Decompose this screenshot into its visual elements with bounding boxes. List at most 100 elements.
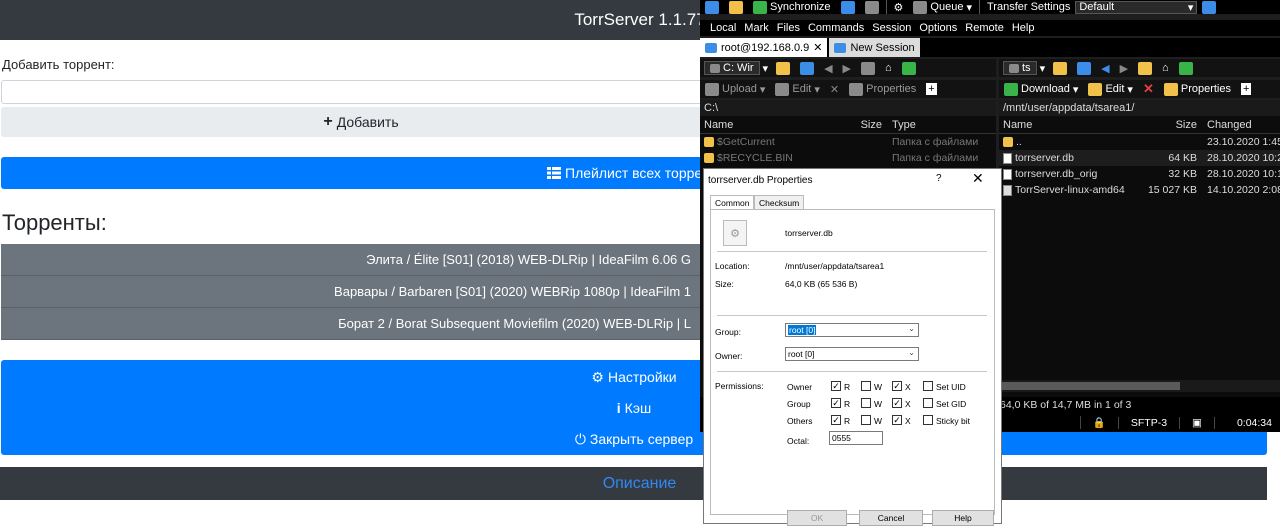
chevron-down-icon[interactable]: ▾ — [763, 62, 769, 75]
torrent-item[interactable]: Элита / Élite [S01] (2018) WEB-DLRip | I… — [1, 244, 701, 276]
add-torrent-button[interactable]: + Добавить — [1, 107, 721, 137]
owner-exec-checkbox[interactable]: ✓ — [892, 381, 902, 391]
torrent-item[interactable]: Варвары / Barbaren [S01] (2020) WEBRip 1… — [1, 276, 701, 308]
sticky-bit-checkbox[interactable] — [923, 415, 933, 425]
download-button[interactable]: Download ▾ — [999, 80, 1083, 98]
menu-mark[interactable]: Mark — [740, 20, 772, 36]
list-item[interactable]: $GetCurrent Папка с файлами — [700, 134, 996, 150]
horizontal-scrollbar[interactable] — [999, 380, 1280, 392]
menu-session[interactable]: Session — [868, 20, 915, 36]
chevron-down-icon[interactable]: ▾ — [1040, 62, 1046, 75]
home-button[interactable]: ⌂ — [1157, 59, 1174, 77]
top-toolbar: Synchronize ⚙ Queue ▾ Transfer Settings … — [700, 0, 1280, 14]
settings-label: Настройки — [607, 369, 677, 385]
owner-read-checkbox[interactable]: ✓ — [831, 381, 841, 391]
tab-session-label: root@192.168.0.9 — [721, 41, 810, 54]
tab-common[interactable]: Common — [710, 195, 755, 210]
list-item[interactable]: $RECYCLE.BIN Папка с файлами — [700, 150, 996, 166]
setuid-checkbox[interactable] — [923, 381, 933, 391]
list-item[interactable]: torrserver.db 64 KB 28.10.2020 10:27 — [999, 150, 1280, 166]
others-read-checkbox[interactable]: ✓ — [831, 415, 841, 425]
col-name[interactable]: Name — [999, 119, 1145, 131]
forward-button[interactable]: ▶ — [1115, 59, 1133, 77]
left-edit-button[interactable]: Edit ▾ — [770, 80, 825, 98]
upload-button[interactable]: Upload ▾ — [700, 80, 770, 98]
file-icon — [1003, 152, 1012, 164]
back-button[interactable]: ◀ — [1096, 59, 1114, 77]
mirror-button[interactable] — [836, 0, 860, 14]
read-letter: R — [844, 416, 851, 426]
menu-files[interactable]: Files — [773, 20, 804, 36]
compare-button[interactable] — [700, 0, 724, 14]
list-item[interactable]: TorrServer-linux-amd64 15 027 KB 14.10.2… — [999, 182, 1280, 198]
others-write-checkbox[interactable] — [861, 415, 871, 425]
menu-remote[interactable]: Remote — [961, 20, 1008, 36]
add-torrent-input[interactable] — [1, 80, 721, 104]
list-item[interactable]: .. 23.10.2020 1:45: — [999, 134, 1280, 150]
col-changed[interactable]: Changed — [1201, 119, 1280, 131]
file-name: $GetCurrent — [717, 136, 775, 148]
tab-session-root[interactable]: root@192.168.0.9 ✕ — [700, 38, 828, 57]
setgid-checkbox[interactable] — [923, 398, 933, 408]
owner-select[interactable]: root [0] ⌄ — [785, 347, 919, 361]
description-link[interactable]: Описание — [591, 475, 677, 493]
others-exec-checkbox[interactable]: ✓ — [892, 415, 902, 425]
menu-help[interactable]: Help — [1008, 20, 1039, 36]
queue-icon — [913, 0, 928, 14]
dialog-close-button[interactable]: ✕ — [972, 170, 984, 187]
left-new-button[interactable]: + — [921, 80, 941, 98]
queue-button[interactable]: Queue ▾ — [908, 0, 977, 14]
refresh-button[interactable] — [897, 59, 921, 77]
filter-button[interactable] — [795, 59, 819, 77]
group-select[interactable]: root [0] ⌄ — [785, 323, 919, 337]
list-item[interactable]: torrserver.db_orig 32 KB 28.10.2020 10:1… — [999, 166, 1280, 182]
parent-dir-button[interactable] — [1133, 59, 1157, 77]
refresh-button[interactable] — [1174, 59, 1198, 77]
open-folder-button[interactable] — [771, 59, 795, 77]
tab-checksum[interactable]: Checksum — [754, 195, 805, 210]
transfer-settings-select[interactable]: Default ▾ — [1075, 0, 1198, 14]
tab-new-session[interactable]: New Session — [829, 38, 920, 57]
preferences-button[interactable]: ⚙ — [889, 0, 909, 14]
torrent-item[interactable]: Борат 2 / Borat Subsequent Moviefilm (20… — [1, 308, 701, 340]
left-path[interactable]: C:\ — [700, 100, 996, 116]
sync-browse-button[interactable] — [724, 0, 748, 14]
forward-button[interactable]: ▶ — [838, 59, 856, 77]
filter-button[interactable] — [1072, 59, 1096, 77]
group-exec-checkbox[interactable]: ✓ — [892, 398, 902, 408]
properties-icon — [849, 82, 864, 96]
group-read-checkbox[interactable]: ✓ — [831, 398, 841, 408]
edit-icon — [1088, 82, 1103, 96]
close-icon[interactable]: ✕ — [813, 41, 822, 54]
exec-letter: X — [905, 382, 911, 392]
left-drive-select[interactable]: C: Wir — [704, 61, 760, 75]
synchronize-button[interactable]: Synchronize — [748, 0, 836, 14]
right-path[interactable]: /mnt/user/appdata/tsarea1/ — [999, 100, 1280, 116]
col-size[interactable]: Size — [1145, 119, 1201, 131]
home-button[interactable]: ⌂ — [880, 59, 897, 77]
open-folder-button[interactable] — [1048, 59, 1072, 77]
menu-commands[interactable]: Commands — [804, 20, 868, 36]
right-properties-button[interactable]: Properties — [1159, 80, 1236, 98]
right-edit-button[interactable]: Edit ▾ — [1083, 80, 1138, 98]
parent-dir-button[interactable] — [856, 59, 880, 77]
col-type[interactable]: Type — [886, 119, 986, 131]
left-edit-label: Edit — [792, 83, 812, 95]
group-write-checkbox[interactable] — [861, 398, 871, 408]
left-delete-button[interactable]: ✕ — [825, 80, 844, 98]
left-properties-button[interactable]: Properties — [844, 80, 921, 98]
octal-input[interactable]: 0555 — [829, 431, 883, 445]
col-name[interactable]: Name — [700, 119, 850, 131]
right-delete-button[interactable]: ✕ — [1138, 80, 1159, 98]
scrollbar-thumb[interactable] — [1002, 382, 1180, 390]
menu-local[interactable]: Local — [700, 20, 740, 36]
help-title-button[interactable]: ? — [936, 173, 942, 184]
transfer-options-button[interactable] — [1197, 0, 1221, 14]
right-new-button[interactable]: + — [1236, 80, 1256, 98]
console-button[interactable] — [860, 0, 884, 14]
back-button[interactable]: ◀ — [819, 59, 837, 77]
menu-options[interactable]: Options — [915, 20, 961, 36]
right-drive-select[interactable]: ts — [1003, 61, 1037, 75]
col-size[interactable]: Size — [850, 119, 886, 131]
owner-write-checkbox[interactable] — [861, 381, 871, 391]
